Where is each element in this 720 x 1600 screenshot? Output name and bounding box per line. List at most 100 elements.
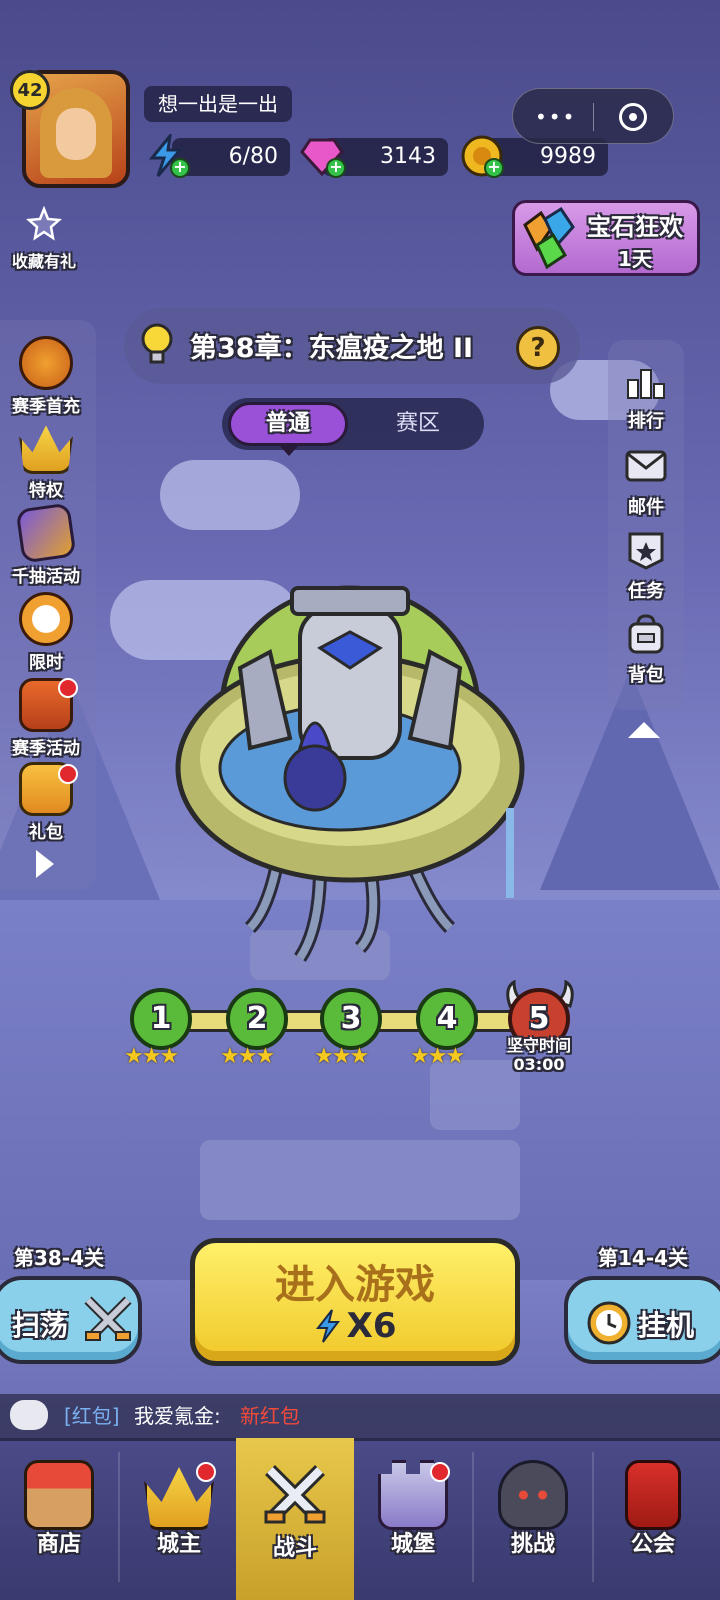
idle-button[interactable]: 挂机 — [564, 1276, 720, 1364]
idle-stage-label: 第14-4关 — [598, 1246, 689, 1270]
guild-banner-icon — [625, 1460, 681, 1530]
capsule-divider — [593, 103, 594, 131]
privilege-label: 特权 — [29, 481, 63, 501]
limited-time-label: 限时 — [29, 653, 63, 673]
favorite-gift-label: 收藏有礼 — [11, 252, 76, 271]
crossed-swords-icon — [264, 1465, 326, 1524]
chat-bar[interactable]: [红包] 我爱氪金: 新红包 — [0, 1394, 720, 1438]
sweep-stage-label: 第38-4关 — [14, 1246, 105, 1270]
stage-node-2[interactable]: 2 — [226, 988, 288, 1050]
task-button[interactable]: 任务 — [616, 530, 676, 603]
chat-sender: 我爱氪金: — [134, 1404, 221, 1428]
background-cloud — [160, 460, 300, 530]
nav-shop[interactable]: 商店 — [0, 1438, 118, 1600]
energy-cost-value: X6 — [346, 1306, 397, 1346]
thousand-draw-button[interactable]: 千抽活动 — [4, 502, 88, 587]
more-options-icon[interactable]: ••• — [535, 107, 576, 127]
nav-challenge[interactable]: 挑战 — [474, 1438, 592, 1600]
nav-castle-label: 城堡 — [390, 1532, 435, 1557]
gem-cluster-icon — [523, 206, 575, 270]
stage-4-stars: ★★★ — [410, 1044, 465, 1069]
star-icon — [25, 205, 63, 241]
close-miniprogram-icon[interactable] — [619, 103, 647, 131]
nav-lord-label: 城主 — [156, 1532, 201, 1557]
nav-shop-label: 商店 — [36, 1532, 81, 1557]
gift-pack-notification-dot — [58, 764, 78, 784]
ranking-button[interactable]: 排行 — [616, 360, 676, 433]
mail-button[interactable]: 邮件 — [616, 446, 676, 519]
chat-bubble-icon[interactable] — [10, 1400, 48, 1430]
season-first-charge-button[interactable]: 赛季首充 — [4, 336, 88, 417]
energy-plus-button[interactable]: + — [170, 158, 190, 178]
collapse-right-menu-arrow-icon[interactable] — [628, 722, 660, 738]
boss-stage-info: 坚守时间 03:00 — [496, 1036, 582, 1074]
gems-plus-button[interactable]: + — [326, 158, 346, 178]
enter-game-label: 进入游戏 — [275, 1262, 435, 1308]
stage-node-4[interactable]: 4 — [416, 988, 478, 1050]
stage-2-stars: ★★★ — [220, 1044, 275, 1069]
gem-carnival-event-button[interactable]: 宝石狂欢 1天 — [512, 200, 700, 276]
nav-battle-label: 战斗 — [272, 1536, 317, 1561]
mail-label: 邮件 — [628, 497, 664, 518]
alarm-clock-icon — [587, 1301, 631, 1345]
task-label: 任务 — [628, 581, 664, 602]
privilege-button[interactable]: 特权 — [4, 420, 88, 501]
nav-lord[interactable]: 城主 — [120, 1438, 238, 1600]
chapter-title: 第38章：东瘟疫之地 II — [190, 333, 474, 364]
nav-castle[interactable]: 城堡 — [354, 1438, 472, 1600]
stage-3-stars: ★★★ — [314, 1044, 369, 1069]
nav-challenge-label: 挑战 — [510, 1532, 555, 1557]
first-charge-icon — [19, 336, 73, 390]
backpack-label: 背包 — [628, 665, 664, 686]
mail-icon — [625, 450, 667, 482]
expand-left-menu-arrow-icon[interactable] — [36, 850, 54, 878]
stage-1-stars: ★★★ — [124, 1044, 179, 1069]
season-event-notification-dot — [58, 678, 78, 698]
nav-guild[interactable]: 公会 — [594, 1438, 712, 1600]
active-tab-pointer — [280, 446, 298, 456]
stage-node-1[interactable]: 1 — [130, 988, 192, 1050]
gift-pack-label: 礼包 — [29, 823, 63, 843]
nav-castle-notification-dot — [430, 1462, 450, 1482]
backpack-icon — [628, 614, 664, 654]
hint-lightbulb-icon[interactable] — [140, 322, 174, 368]
alarm-clock-icon — [19, 592, 73, 646]
season-event-label: 赛季活动 — [12, 739, 80, 759]
chat-message: 新红包 — [240, 1404, 300, 1428]
enter-game-cost: X6 — [190, 1306, 520, 1346]
chat-tag: [红包] — [64, 1404, 120, 1428]
shop-icon — [24, 1460, 94, 1530]
crossed-swords-icon — [84, 1296, 132, 1341]
stage-node-3[interactable]: 3 — [320, 988, 382, 1050]
tab-normal[interactable]: 普通 — [228, 402, 348, 446]
nav-guild-label: 公会 — [630, 1532, 675, 1557]
tab-region[interactable]: 赛区 — [360, 402, 476, 446]
thousand-draw-label: 千抽活动 — [12, 567, 80, 587]
chapter-help-button[interactable]: ? — [516, 326, 560, 370]
avatar-face — [56, 108, 96, 160]
crown-icon — [19, 425, 73, 474]
boss-stage-time: 03:00 — [513, 1055, 565, 1074]
nav-battle[interactable]: 战斗 — [236, 1438, 354, 1600]
ranking-icon — [627, 369, 665, 399]
cards-icon — [15, 502, 77, 564]
player-level-badge: 42 — [10, 70, 50, 110]
sweep-button[interactable]: 扫荡 — [0, 1276, 142, 1364]
season-first-charge-label: 赛季首充 — [12, 397, 80, 417]
gems-value: 3143 — [380, 144, 436, 169]
demon-icon — [498, 1460, 568, 1530]
task-icon — [628, 532, 664, 570]
limited-time-button[interactable]: 限时 — [4, 592, 88, 673]
sweep-label: 扫荡 — [12, 1309, 69, 1342]
nav-lord-notification-dot — [196, 1462, 216, 1482]
backpack-button[interactable]: 背包 — [616, 614, 676, 687]
boss-stage-label: 坚守时间 — [506, 1036, 571, 1055]
background-rock — [200, 1140, 520, 1220]
gem-carnival-title: 宝石狂欢 — [587, 213, 683, 241]
miniprogram-capsule: ••• — [512, 88, 674, 144]
favorite-gift-button[interactable]: 收藏有礼 — [2, 205, 86, 272]
gold-plus-button[interactable]: + — [484, 158, 504, 178]
energy-value: 6/80 — [228, 144, 278, 169]
energy-cost-lightning-icon — [315, 1309, 340, 1343]
ranking-label: 排行 — [628, 411, 664, 432]
